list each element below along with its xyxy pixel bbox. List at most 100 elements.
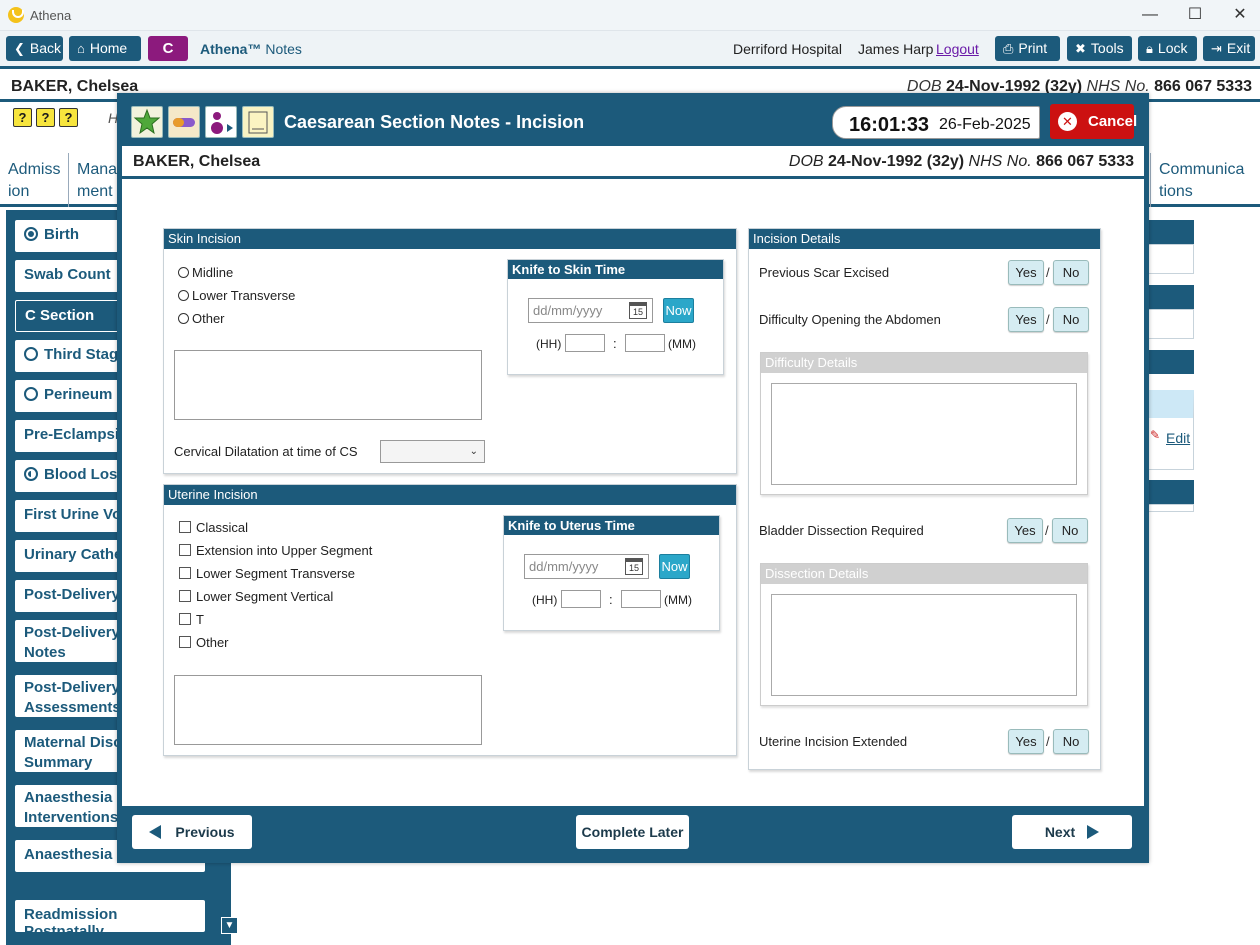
minimize-icon[interactable]: — — [1138, 5, 1162, 25]
uterine-other-textarea[interactable] — [174, 675, 482, 745]
lock-button[interactable]: 🔒︎ Lock — [1138, 36, 1197, 61]
athena-logo-icon — [8, 7, 24, 23]
logout-link[interactable]: Logout — [936, 41, 979, 57]
checkbox[interactable] — [179, 613, 191, 625]
skin-other-textarea[interactable] — [174, 350, 482, 420]
skin-minute-input[interactable] — [625, 334, 665, 352]
help-icon[interactable]: ? — [59, 108, 78, 127]
radio-button[interactable] — [178, 267, 189, 278]
dissection-details-textarea[interactable] — [771, 594, 1077, 696]
uterine-extended-yes-button[interactable]: Yes — [1008, 729, 1044, 754]
section-header: Incision Details — [749, 229, 1100, 249]
sidebar-scroll-down-icon[interactable]: ▼ — [221, 917, 238, 934]
skin-hour-input[interactable] — [565, 334, 605, 352]
previous-button[interactable]: Previous — [132, 815, 252, 849]
pencil-icon: ✎ — [1150, 428, 1161, 442]
help-icon[interactable]: ? — [13, 108, 32, 127]
bladder-dissection-yes-button[interactable]: Yes — [1007, 518, 1043, 543]
calendar-icon[interactable]: 15 — [625, 558, 643, 575]
empty-radio-icon — [24, 347, 38, 361]
tools-button[interactable]: ✖ Tools — [1067, 36, 1132, 61]
completed-radio-icon — [24, 227, 38, 241]
help-icon[interactable]: ? — [36, 108, 55, 127]
uterine-option-classical[interactable]: Classical — [179, 520, 248, 535]
yes-no-separator: / — [1046, 265, 1050, 280]
home-icon: ⌂ — [77, 41, 85, 56]
uterus-date-input[interactable]: dd/mm/yyyy 15 — [524, 554, 649, 579]
tab-communications[interactable]: Communica tions — [1150, 153, 1260, 207]
uterine-incision-section: Uterine Incision Classical Extension int… — [163, 484, 737, 756]
difficulty-opening-no-button[interactable]: No — [1053, 307, 1089, 332]
uterine-option-other[interactable]: Other — [179, 635, 229, 650]
maximize-icon[interactable]: ☐ — [1183, 5, 1207, 25]
uterine-option-lower-segment-vertical[interactable]: Lower Segment Vertical — [179, 589, 333, 604]
knife-to-uterus-time-box: Knife to Uterus Time dd/mm/yyyy 15 Now (… — [503, 515, 720, 631]
datetime-display: 16:01:33 26-Feb-2025 — [832, 106, 1040, 139]
skin-option-other[interactable]: Other — [178, 311, 225, 326]
right-panel-box — [1148, 309, 1194, 339]
uterine-extended-no-button[interactable]: No — [1053, 729, 1089, 754]
skin-option-lower-transverse[interactable]: Lower Transverse — [178, 288, 295, 303]
wrench-icon: ✖ — [1075, 41, 1086, 56]
uterine-option-t[interactable]: T — [179, 612, 204, 627]
app-toolbar: ❮ Back ⌂ Home C Athena™ Notes Derriford … — [0, 31, 1260, 66]
difficulty-details-textarea[interactable] — [771, 383, 1077, 485]
difficulty-opening-yes-button[interactable]: Yes — [1008, 307, 1044, 332]
back-button[interactable]: ❮ Back — [6, 36, 63, 61]
hh-label: (HH) — [532, 593, 558, 607]
difficulty-opening-label: Difficulty Opening the Abdomen — [759, 312, 941, 327]
knife-to-skin-time-box: Knife to Skin Time dd/mm/yyyy 15 Now (HH… — [507, 259, 724, 375]
patient-demographics: DOB 24-Nov-1992 (32y) NHS No. 866 067 53… — [788, 153, 1134, 170]
uterus-minute-input[interactable] — [621, 590, 661, 608]
background-right-panel: ✎ Edit — [1148, 210, 1260, 945]
previous-scar-yes-button[interactable]: Yes — [1008, 260, 1044, 285]
arrow-right-icon — [1087, 825, 1100, 839]
help-icons: ? ? ? — [13, 108, 78, 127]
uterine-option-lower-segment-transverse[interactable]: Lower Segment Transverse — [179, 566, 355, 581]
skin-date-input[interactable]: dd/mm/yyyy 15 — [528, 298, 653, 323]
print-button[interactable]: ⎙ Print — [995, 36, 1060, 61]
patient-name: BAKER, Chelsea — [133, 153, 261, 170]
cancel-button[interactable]: ✕ Cancel — [1050, 104, 1137, 139]
uterus-hour-input[interactable] — [561, 590, 601, 608]
hh-label: (HH) — [536, 337, 562, 351]
checkbox[interactable] — [179, 636, 191, 648]
home-button[interactable]: ⌂ Home — [69, 36, 141, 61]
checkbox[interactable] — [179, 567, 191, 579]
skin-option-midline[interactable]: Midline — [178, 265, 233, 280]
radio-button[interactable] — [178, 290, 189, 301]
app-brand: Athena™ Notes — [200, 41, 302, 57]
right-panel-box — [1148, 504, 1194, 512]
next-button[interactable]: Next — [1012, 815, 1132, 849]
complete-later-button[interactable]: Complete Later — [576, 815, 689, 849]
bladder-dissection-no-button[interactable]: No — [1052, 518, 1088, 543]
dissection-details-header: Dissection Details — [761, 564, 1087, 584]
mm-label: (MM) — [668, 337, 696, 351]
mm-label: (MM) — [664, 593, 692, 607]
close-circle-icon: ✕ — [1058, 112, 1077, 131]
incision-details-section: Incision Details Previous Scar Excised Y… — [748, 228, 1101, 770]
close-icon[interactable]: ✕ — [1228, 5, 1252, 25]
previous-scar-no-button[interactable]: No — [1053, 260, 1089, 285]
cervical-dilatation-select[interactable]: ⌄ — [380, 440, 485, 463]
skin-now-button[interactable]: Now — [663, 298, 694, 323]
checkbox[interactable] — [179, 521, 191, 533]
checkbox[interactable] — [179, 590, 191, 602]
radio-button[interactable] — [178, 313, 189, 324]
bladder-dissection-label: Bladder Dissection Required — [759, 523, 924, 538]
time-colon: : — [609, 592, 613, 607]
dialog-header: Caesarean Section Notes - Incision 16:01… — [122, 98, 1144, 146]
checkbox[interactable] — [179, 544, 191, 556]
edit-link[interactable]: Edit — [1166, 430, 1190, 446]
medication-pill-icon — [168, 106, 200, 138]
knife-to-skin-header: Knife to Skin Time — [508, 260, 723, 279]
uterus-now-button[interactable]: Now — [659, 554, 690, 579]
c-section-badge: C — [148, 36, 188, 61]
calendar-icon[interactable]: 15 — [629, 302, 647, 319]
yes-no-separator: / — [1045, 523, 1049, 538]
exit-button[interactable]: ⇥ Exit — [1203, 36, 1255, 61]
current-time: 16:01:33 — [849, 114, 930, 136]
uterine-option-extension-upper-segment[interactable]: Extension into Upper Segment — [179, 543, 372, 558]
sidebar-item-readmission-postnatally[interactable]: Readmission Postnatally — [15, 900, 205, 940]
tab-admission[interactable]: Admiss ion — [0, 153, 69, 207]
